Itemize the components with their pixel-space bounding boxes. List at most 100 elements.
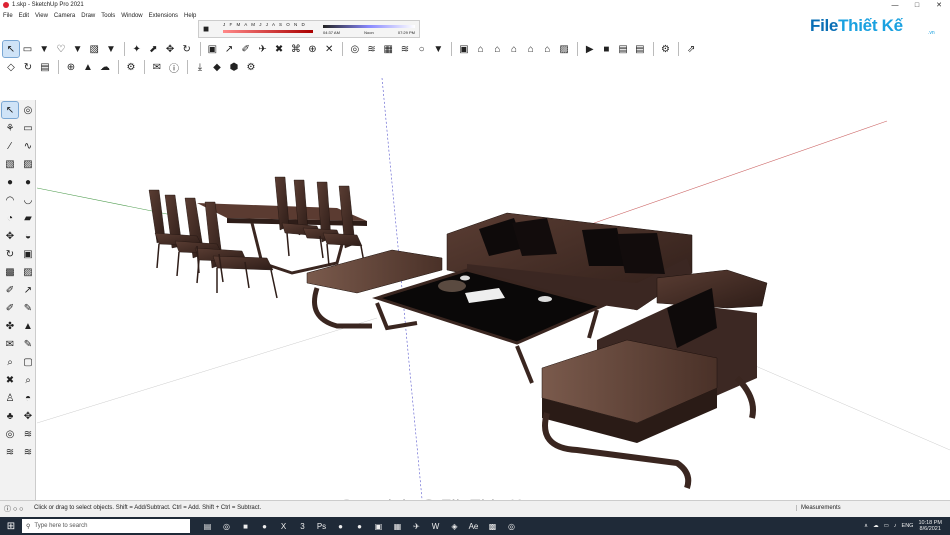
main-tool-32-icon[interactable]: ▶ — [582, 41, 598, 57]
main-tool-15-icon[interactable]: ✖ — [271, 41, 287, 57]
main-tool-31-icon[interactable]: ▨ — [556, 41, 572, 57]
main-tool-14-icon[interactable]: ✈ — [255, 41, 271, 57]
left-tool-38-icon[interactable]: ≋ — [2, 444, 18, 460]
taskbar-app-14-icon[interactable]: Ae — [464, 517, 483, 535]
left-tool-28-icon[interactable]: ⌕ — [2, 354, 18, 370]
menu-extensions[interactable]: Extensions — [149, 13, 178, 19]
ext-tool-11-icon[interactable]: ⬢ — [226, 59, 242, 75]
left-tool-7-icon[interactable]: ▨ — [20, 156, 36, 172]
menu-window[interactable]: Window — [121, 13, 142, 19]
main-tool-34-icon[interactable]: ▤ — [615, 41, 631, 57]
left-tool-35-icon[interactable]: ✥ — [20, 408, 36, 424]
left-tool-24-icon[interactable]: ✤ — [2, 318, 18, 334]
main-tool-19-icon[interactable]: ◎ — [347, 41, 363, 57]
left-tool-6-icon[interactable]: ▧ — [2, 156, 18, 172]
left-tool-1-icon[interactable]: ◎ — [20, 102, 36, 118]
taskbar-app-1-icon[interactable]: ◎ — [217, 517, 236, 535]
main-tool-20-icon[interactable]: ≋ — [364, 41, 380, 57]
menu-edit[interactable]: Edit — [19, 13, 29, 19]
left-tool-22-icon[interactable]: ✐ — [2, 300, 18, 316]
taskbar-app-13-icon[interactable]: ◈ — [445, 517, 464, 535]
main-tool-16-icon[interactable]: ⌘ — [288, 41, 304, 57]
main-tool-4-icon[interactable]: ▼ — [70, 41, 86, 57]
menu-file[interactable]: File — [3, 13, 13, 19]
menu-camera[interactable]: Camera — [54, 13, 75, 19]
date-slider[interactable] — [223, 30, 313, 33]
left-tool-39-icon[interactable]: ≋ — [20, 444, 36, 460]
left-tool-33-icon[interactable]: ◓ — [20, 390, 36, 406]
main-tool-5-icon[interactable]: ▧ — [86, 41, 102, 57]
ext-tool-1-icon[interactable]: ↻ — [20, 59, 36, 75]
time-slider[interactable] — [323, 25, 415, 28]
main-tool-30-icon[interactable]: ⌂ — [540, 41, 556, 57]
main-tool-25-icon[interactable]: ▣ — [456, 41, 472, 57]
ext-tool-4-icon[interactable]: ▲ — [80, 59, 96, 75]
menu-view[interactable]: View — [35, 13, 48, 19]
left-tool-23-icon[interactable]: ✎ — [20, 300, 36, 316]
minimize-button[interactable]: — — [884, 0, 906, 10]
measurements-box[interactable]: Measurements — [796, 505, 841, 511]
main-tool-37-icon[interactable]: ⇗ — [683, 41, 699, 57]
ext-tool-10-icon[interactable]: ◆ — [209, 59, 225, 75]
left-tool-32-icon[interactable]: ♙ — [2, 390, 18, 406]
main-tool-12-icon[interactable]: ↗ — [221, 41, 237, 57]
main-tool-0-icon[interactable]: ↖ — [2, 40, 20, 58]
left-tool-0-icon[interactable]: ↖ — [1, 101, 19, 119]
main-tool-8-icon[interactable]: ⬈ — [145, 41, 161, 57]
left-tool-10-icon[interactable]: ◠ — [2, 192, 18, 208]
left-tool-15-icon[interactable]: ◒ — [20, 228, 36, 244]
main-tool-3-icon[interactable]: ♡ — [53, 41, 69, 57]
left-tool-14-icon[interactable]: ✥ — [2, 228, 18, 244]
ext-tool-7-icon[interactable]: ✉ — [149, 59, 165, 75]
maximize-button[interactable]: □ — [906, 0, 928, 10]
tray-language[interactable]: ENG — [902, 523, 914, 529]
taskbar-app-8-icon[interactable]: ● — [350, 517, 369, 535]
main-tool-7-icon[interactable]: ✦ — [129, 41, 145, 57]
tray-battery-icon[interactable]: ▭ — [884, 523, 889, 529]
taskbar-app-10-icon[interactable]: ▦ — [388, 517, 407, 535]
left-tool-2-icon[interactable]: ⚘ — [2, 120, 18, 136]
ext-tool-12-icon[interactable]: ⚙ — [243, 59, 259, 75]
menu-help[interactable]: Help — [184, 13, 196, 19]
ext-tool-0-icon[interactable]: ◇ — [3, 59, 19, 75]
taskbar-app-12-icon[interactable]: W — [426, 517, 445, 535]
left-tool-31-icon[interactable]: ⌕ — [20, 372, 36, 388]
taskbar-app-2-icon[interactable]: ■ — [236, 517, 255, 535]
left-tool-17-icon[interactable]: ▣ — [20, 246, 36, 262]
tray-cloud-icon[interactable]: ☁ — [873, 523, 879, 529]
left-tool-5-icon[interactable]: ∿ — [20, 138, 36, 154]
ext-tool-5-icon[interactable]: ☁ — [97, 59, 113, 75]
main-tool-21-icon[interactable]: ▦ — [380, 41, 396, 57]
ext-tool-8-icon[interactable]: ⓘ — [166, 59, 182, 75]
taskbar-app-4-icon[interactable]: X — [274, 517, 293, 535]
left-tool-18-icon[interactable]: ▩ — [2, 264, 18, 280]
ext-tool-6-icon[interactable]: ⚙ — [123, 59, 139, 75]
taskbar-search[interactable]: ⚲ Type here to search — [22, 519, 190, 533]
left-tool-37-icon[interactable]: ≋ — [20, 426, 36, 442]
left-tool-3-icon[interactable]: ▭ — [20, 120, 36, 136]
left-tool-11-icon[interactable]: ◡ — [20, 192, 36, 208]
main-tool-26-icon[interactable]: ⌂ — [473, 41, 489, 57]
main-tool-22-icon[interactable]: ≋ — [397, 41, 413, 57]
left-tool-27-icon[interactable]: ✎ — [20, 336, 36, 352]
main-tool-10-icon[interactable]: ↻ — [179, 41, 195, 57]
taskbar-app-16-icon[interactable]: ◎ — [502, 517, 521, 535]
main-tool-1-icon[interactable]: ▭ — [20, 41, 36, 57]
left-tool-29-icon[interactable]: ▢ — [20, 354, 36, 370]
left-tool-19-icon[interactable]: ▨ — [20, 264, 36, 280]
left-tool-13-icon[interactable]: ▰ — [20, 210, 36, 226]
menu-draw[interactable]: Draw — [81, 13, 95, 19]
ext-tool-9-icon[interactable]: ⤓ — [192, 59, 208, 75]
main-tool-36-icon[interactable]: ⚙ — [658, 41, 674, 57]
3d-model-viewport[interactable] — [37, 78, 950, 499]
left-tool-26-icon[interactable]: ✉ — [2, 336, 18, 352]
status-icons[interactable]: ⓘ ○ ○ — [4, 504, 23, 514]
main-tool-33-icon[interactable]: ■ — [599, 41, 615, 57]
taskbar-app-9-icon[interactable]: ▣ — [369, 517, 388, 535]
ext-tool-3-icon[interactable]: ⊕ — [63, 59, 79, 75]
taskbar-app-0-icon[interactable]: ▤ — [198, 517, 217, 535]
main-tool-11-icon[interactable]: ▣ — [205, 41, 221, 57]
main-tool-24-icon[interactable]: ▼ — [430, 41, 446, 57]
main-tool-2-icon[interactable]: ▼ — [36, 41, 52, 57]
menu-tools[interactable]: Tools — [101, 13, 115, 19]
